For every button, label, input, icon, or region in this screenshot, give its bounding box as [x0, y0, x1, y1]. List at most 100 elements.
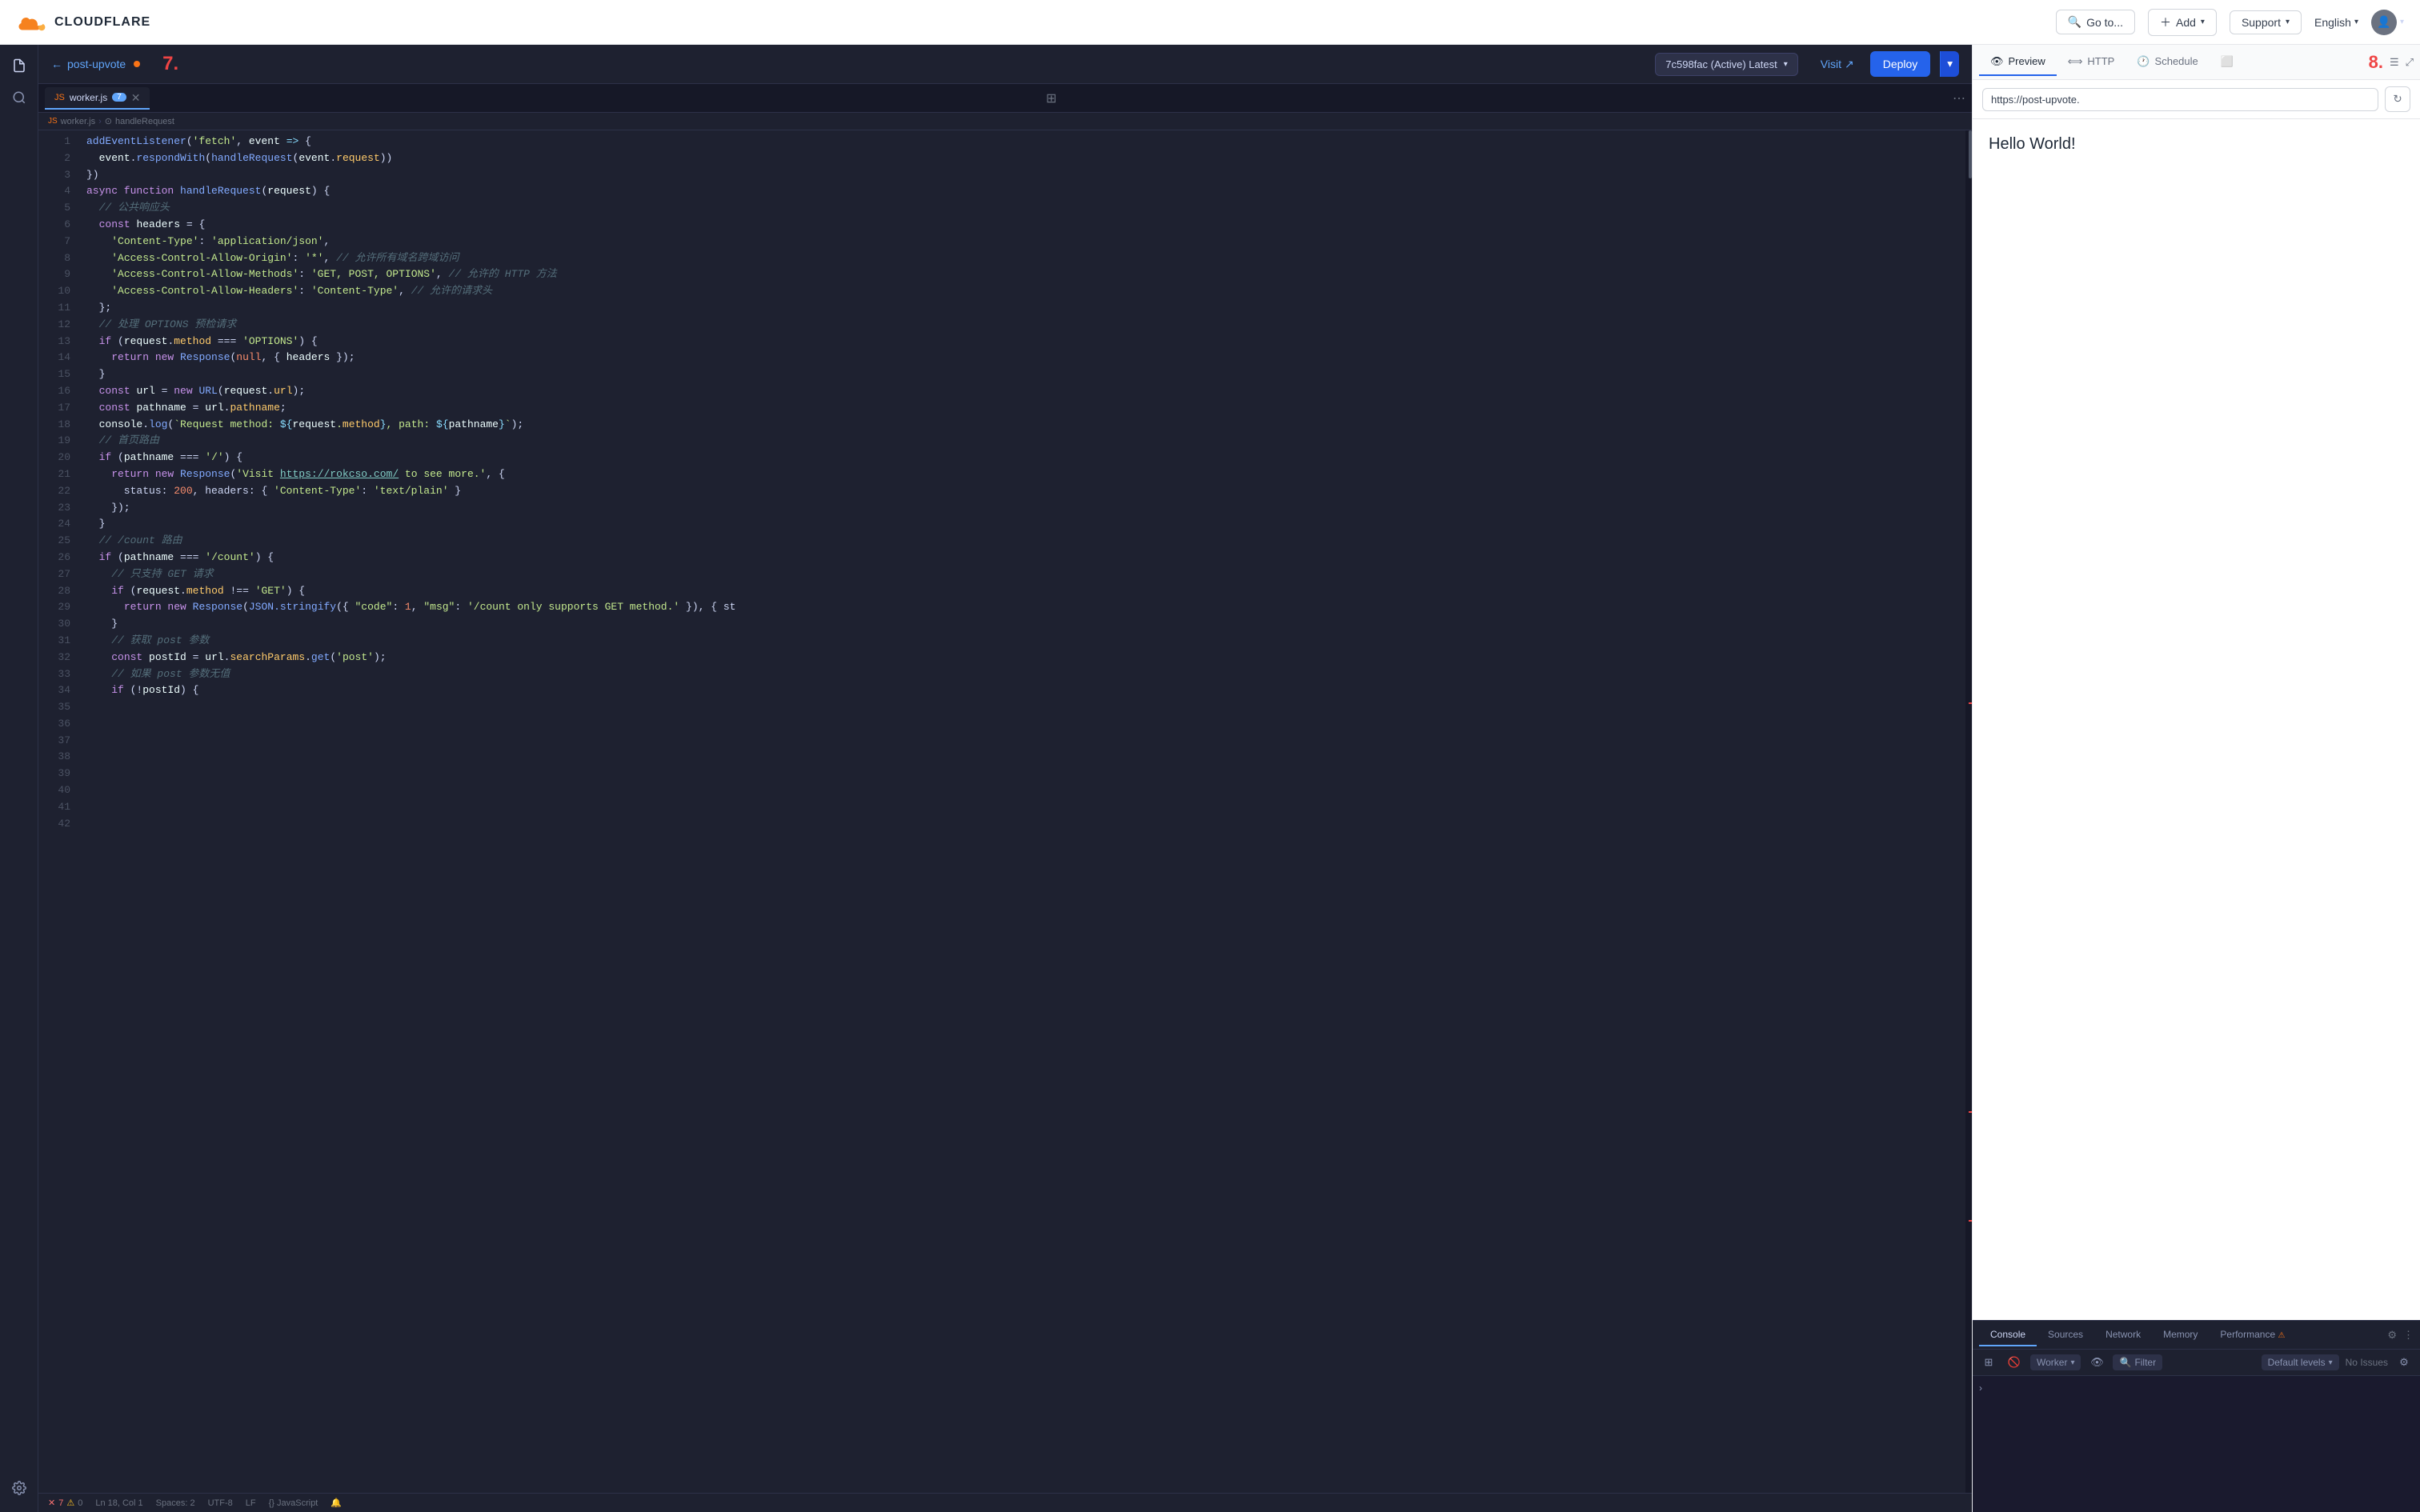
- code-line: }: [77, 616, 1965, 633]
- arrow-left-icon: ←: [51, 58, 62, 70]
- more-devtools-icon[interactable]: ⋮: [2403, 1329, 2414, 1342]
- add-button[interactable]: ＋ Add ▾: [2148, 9, 2217, 36]
- preview-url-bar: ↻: [1973, 80, 2420, 119]
- sidebar-toggle-btn[interactable]: ⊞: [1979, 1353, 1998, 1372]
- chevron-down-icon: ▾: [2400, 18, 2404, 26]
- version-selector[interactable]: 7c598fac (Active) Latest ▾: [1655, 53, 1798, 76]
- user-menu[interactable]: 👤 ▾: [2371, 10, 2404, 35]
- code-line: return new Response('Visit https://rokcs…: [77, 466, 1965, 483]
- spaces-indicator[interactable]: Spaces: 2: [156, 1498, 195, 1508]
- devtools-chevron[interactable]: ›: [1979, 1382, 2414, 1394]
- files-icon[interactable]: [5, 51, 34, 80]
- deploy-dropdown-button[interactable]: ▾: [1940, 51, 1959, 77]
- support-button[interactable]: Support ▾: [2230, 10, 2302, 34]
- refresh-button[interactable]: ↻: [2385, 86, 2410, 112]
- code-line: event.respondWith(handleRequest(event.re…: [77, 150, 1965, 167]
- devtools-tab-icons: ⚙ ⋮: [2387, 1329, 2414, 1342]
- error-icon: ✕: [48, 1498, 55, 1508]
- back-link[interactable]: ← post-upvote: [51, 58, 140, 70]
- code-line: });: [77, 500, 1965, 517]
- code-line: };: [77, 300, 1965, 317]
- step-number-left: 7.: [162, 53, 178, 75]
- avatar: 👤: [2371, 10, 2397, 35]
- errors-indicator[interactable]: ✕ 7 ⚠ 0: [48, 1498, 82, 1508]
- code-line: const url = new URL(request.url);: [77, 383, 1965, 400]
- filter-icon: 🔍: [2119, 1357, 2131, 1368]
- warning-icon: ⚠: [66, 1498, 74, 1508]
- code-line: 'Content-Type': 'application/json',: [77, 234, 1965, 250]
- main-layout: ← post-upvote 7. 7c598fac (Active) Lates…: [0, 45, 2420, 1512]
- code-editor[interactable]: 12345 678910 1112131415 1617181920 21222…: [38, 130, 1972, 1493]
- tab-close-button[interactable]: ✕: [131, 92, 141, 103]
- scroll-thumb: [1969, 130, 1972, 178]
- editor-tabs: JS worker.js 7 ✕ ⊞ ⋯: [38, 84, 1972, 113]
- deploy-button[interactable]: Deploy: [1870, 51, 1931, 77]
- code-line: // 公共响应头: [77, 200, 1965, 217]
- code-line: async function handleRequest(request) {: [77, 183, 1965, 200]
- code-line: // /count 路由: [77, 533, 1965, 550]
- code-line: // 只支持 GET 请求: [77, 566, 1965, 583]
- preview-url-input[interactable]: [1982, 88, 2378, 111]
- logo-area: CLOUDFLARE: [16, 6, 150, 38]
- language-selector[interactable]: English ▾: [2314, 16, 2358, 29]
- eol-indicator[interactable]: LF: [246, 1498, 256, 1508]
- code-line: if (pathname === '/count') {: [77, 550, 1965, 566]
- line-col-indicator[interactable]: Ln 18, Col 1: [95, 1498, 142, 1508]
- code-line: status: 200, headers: { 'Content-Type': …: [77, 483, 1965, 500]
- search-icon: 🔍: [2068, 15, 2081, 29]
- go-to-button[interactable]: 🔍 Go to...: [2056, 10, 2135, 34]
- external-link-icon: ↗: [1845, 58, 1854, 71]
- editor-top-bar: ← post-upvote 7. 7c598fac (Active) Lates…: [38, 45, 1972, 84]
- code-line: addEventListener('fetch', event => {: [77, 134, 1965, 150]
- clear-console-btn[interactable]: 🚫: [2005, 1353, 2024, 1372]
- devtools-tab-sources[interactable]: Sources: [2037, 1324, 2094, 1346]
- worker-js-tab[interactable]: JS worker.js 7 ✕: [45, 87, 150, 110]
- preview-content: Hello World!: [1973, 119, 2420, 1320]
- fullscreen-icon[interactable]: ⤢: [2406, 56, 2414, 69]
- code-line: return new Response(null, { headers });: [77, 350, 1965, 366]
- language-indicator[interactable]: {} JavaScript: [269, 1498, 319, 1508]
- eye-toggle-btn[interactable]: 👁: [2087, 1353, 2106, 1372]
- encoding-indicator[interactable]: UTF-8: [208, 1498, 233, 1508]
- scroll-bar[interactable]: [1965, 130, 1972, 1493]
- code-line: // 如果 post 参数无值: [77, 666, 1965, 683]
- more-options-icon[interactable]: ⋯: [1953, 90, 1965, 106]
- right-panel: 👁 Preview ⟺ HTTP 🕐 Schedule ⬜ 8. ☰ ⤢: [1972, 45, 2420, 1512]
- tab-schedule[interactable]: 🕐 Schedule: [2126, 49, 2209, 76]
- chevron-down-icon: ▾: [1947, 58, 1953, 70]
- code-line: if (request.method === 'OPTIONS') {: [77, 334, 1965, 350]
- settings-icon[interactable]: [5, 1474, 34, 1502]
- worker-select[interactable]: Worker ▾: [2030, 1354, 2081, 1370]
- devtools-toolbar: ⊞ 🚫 Worker ▾ 👁 🔍 Filter Default levels ▾…: [1973, 1350, 2420, 1376]
- devtools-tab-memory[interactable]: Memory: [2152, 1324, 2209, 1346]
- editor-area: ← post-upvote 7. 7c598fac (Active) Lates…: [38, 45, 1972, 1512]
- search-sidebar-icon[interactable]: [5, 83, 34, 112]
- monitor-icon: ⬜: [2221, 55, 2234, 68]
- chevron-down-icon: ▾: [2286, 18, 2290, 26]
- filter-input[interactable]: 🔍 Filter: [2113, 1354, 2162, 1370]
- code-line: // 处理 OPTIONS 预检请求: [77, 317, 1965, 334]
- visit-button[interactable]: Visit ↗: [1821, 58, 1854, 71]
- split-editor-icon[interactable]: ⊞: [1046, 90, 1056, 106]
- tab-icon-only[interactable]: ⬜: [2210, 49, 2245, 76]
- devtools-settings-btn[interactable]: ⚙: [2394, 1353, 2414, 1372]
- project-dot: [134, 61, 140, 67]
- code-line: }: [77, 516, 1965, 533]
- log-levels-select[interactable]: Default levels ▾: [2262, 1354, 2339, 1370]
- js-file-icon: JS: [54, 93, 65, 102]
- tab-http[interactable]: ⟺ HTTP: [2057, 49, 2126, 76]
- code-line: // 获取 post 参数: [77, 633, 1965, 650]
- devtools-tab-performance[interactable]: Performance ⚠: [2209, 1324, 2296, 1346]
- clock-icon: 🕐: [2137, 55, 2150, 68]
- settings-devtools-icon[interactable]: ⚙: [2387, 1329, 2397, 1342]
- code-line: if (request.method !== 'GET') {: [77, 583, 1965, 600]
- sidebar-icon[interactable]: ☰: [2390, 56, 2399, 69]
- devtools-tab-network[interactable]: Network: [2094, 1324, 2152, 1346]
- tab-preview[interactable]: 👁 Preview: [1979, 49, 2057, 76]
- devtools-tab-console[interactable]: Console: [1979, 1324, 2037, 1346]
- code-line: if (!postId) {: [77, 682, 1965, 699]
- chevron-down-icon: ▾: [2354, 18, 2358, 26]
- code-content[interactable]: addEventListener('fetch', event => { eve…: [77, 130, 1965, 1493]
- sidebar-bottom: [5, 1474, 34, 1506]
- bell-icon[interactable]: 🔔: [331, 1498, 342, 1508]
